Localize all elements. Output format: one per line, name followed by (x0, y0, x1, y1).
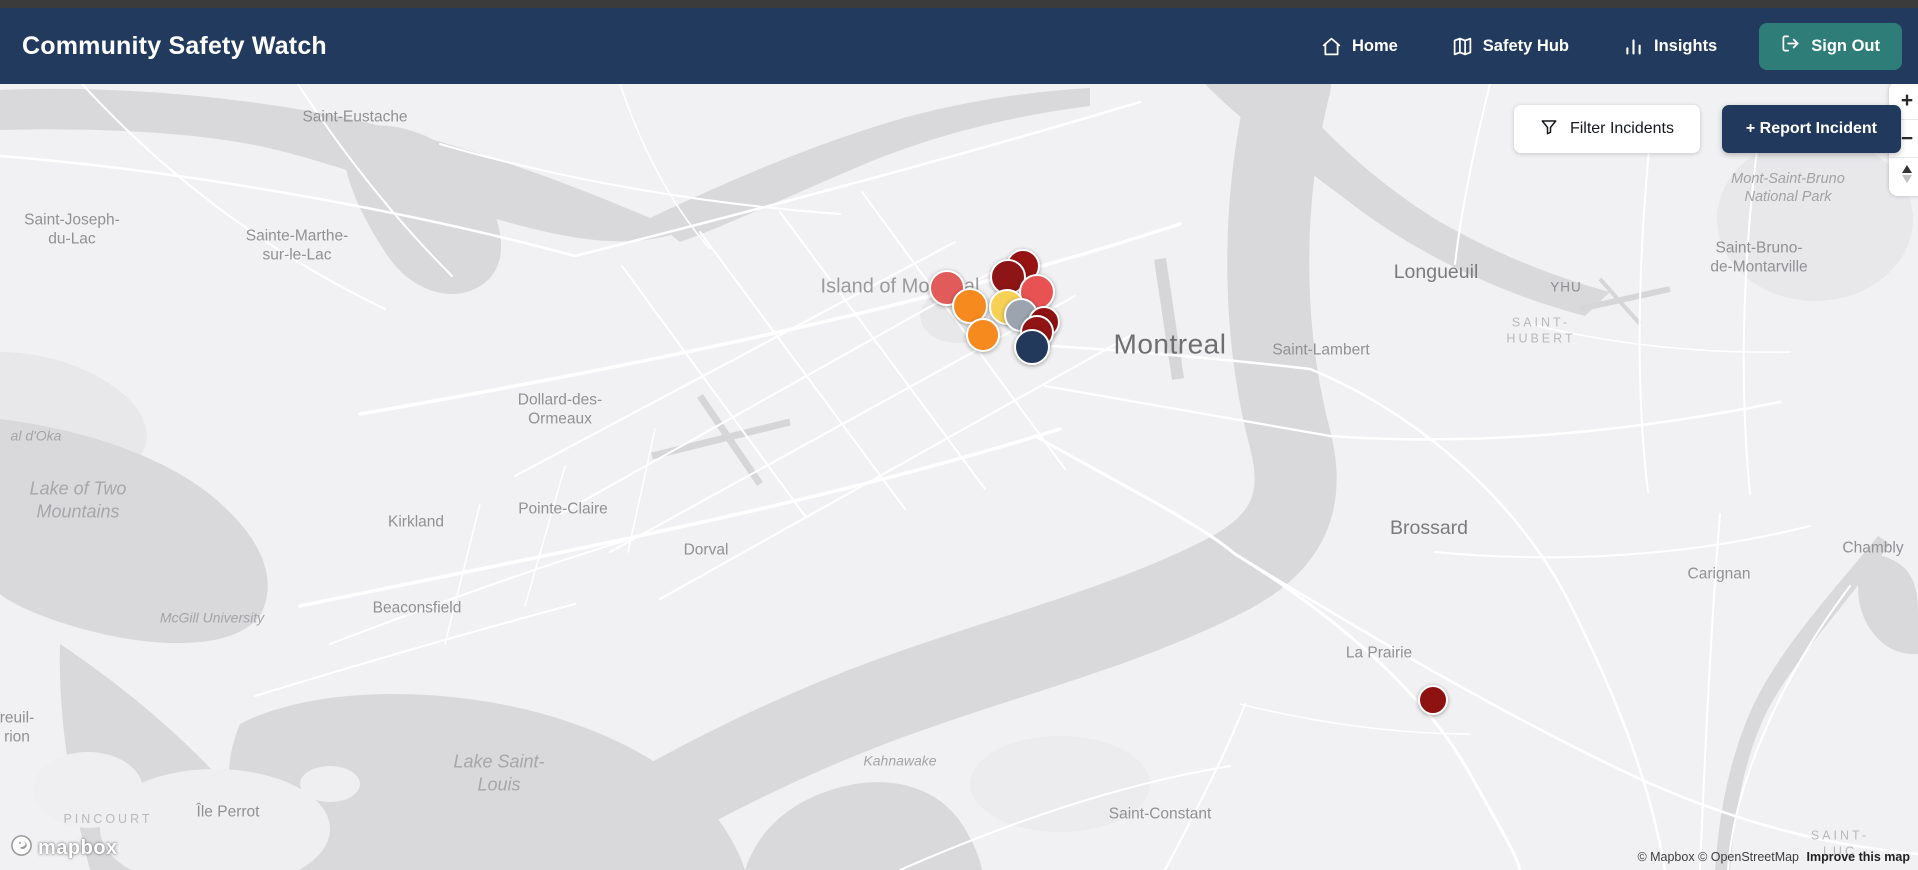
mapbox-logo-icon (10, 834, 33, 862)
app-header: Community Safety Watch Home Safety Hub I… (0, 8, 1918, 84)
nav-item-safety-hub[interactable]: Safety Hub (1452, 36, 1569, 57)
mapbox-logo-word: mapbox (38, 836, 118, 859)
funnel-icon (1540, 118, 1558, 141)
compass-icon (1898, 164, 1916, 190)
nav-item-insights[interactable]: Insights (1623, 36, 1717, 57)
mapbox-logo[interactable]: mapbox (10, 834, 118, 862)
home-icon (1321, 36, 1342, 57)
osm-attribution-link[interactable]: © OpenStreetMap (1698, 850, 1799, 864)
nav-item-home[interactable]: Home (1321, 36, 1398, 57)
nav-label: Insights (1653, 36, 1718, 55)
basemap (0, 84, 1918, 870)
nav-label: Home (1351, 36, 1398, 55)
sign-out-button[interactable]: Sign Out (1759, 22, 1902, 70)
map-icon (1452, 36, 1473, 57)
bar-chart-icon (1623, 36, 1644, 57)
mapbox-attribution-link[interactable]: © Mapbox (1637, 850, 1694, 864)
filter-incidents-button[interactable]: Filter Incidents (1513, 105, 1700, 153)
app-title: Community Safety Watch (22, 31, 327, 60)
map-attribution: © Mapbox © OpenStreetMap Improve this ma… (1637, 850, 1910, 864)
log-out-icon (1781, 34, 1800, 58)
incident-marker[interactable] (1418, 685, 1448, 715)
incident-marker[interactable] (966, 318, 1000, 352)
map-canvas[interactable]: Saint-Eustache Saint-Joseph- du-Lac Sainte… (0, 84, 1918, 870)
main-nav: Home Safety Hub Insights Sign Out (1267, 22, 1902, 70)
incident-marker[interactable] (1014, 329, 1050, 365)
window-top-strip (0, 0, 1918, 8)
sign-out-label: Sign Out (1811, 36, 1880, 55)
compass-button[interactable] (1889, 158, 1918, 196)
improve-map-link[interactable]: Improve this map (1807, 850, 1911, 864)
filter-incidents-label: Filter Incidents (1569, 120, 1674, 137)
nav-label: Safety Hub (1482, 36, 1569, 55)
report-incident-button[interactable]: + Report Incident (1721, 105, 1901, 153)
